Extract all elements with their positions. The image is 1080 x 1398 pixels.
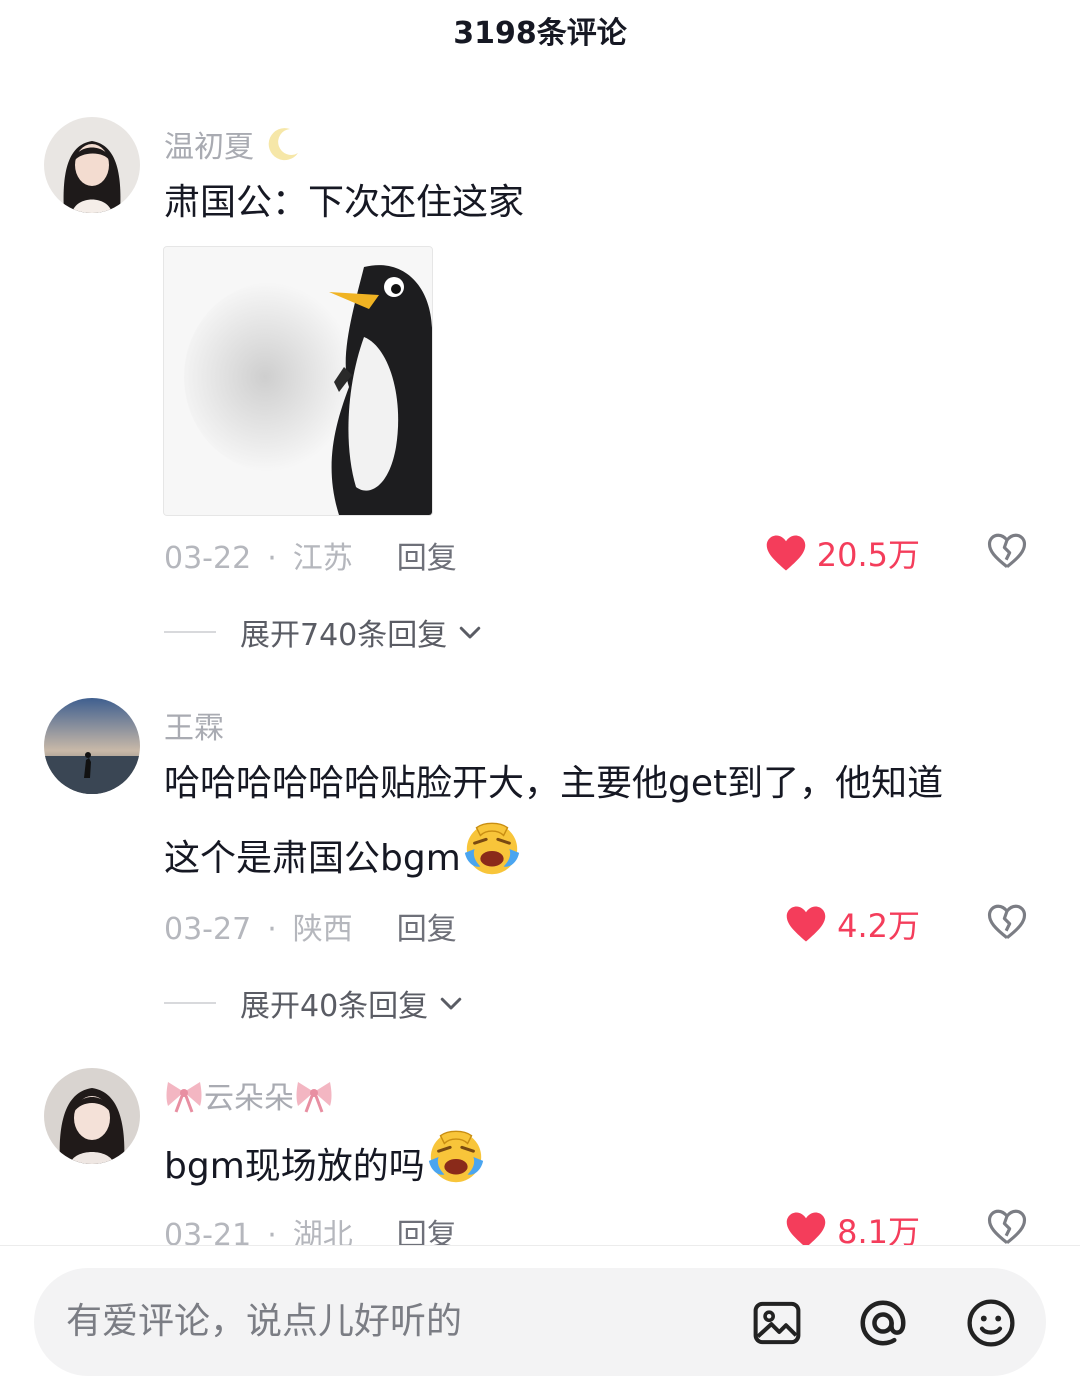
comment-date: 03-27 — [164, 912, 252, 947]
bow-icon — [166, 1082, 202, 1113]
laughing-crying-emoji-icon — [464, 822, 519, 875]
penguin-sticker-image[interactable] — [163, 246, 433, 516]
reply-button[interactable]: 回复 — [397, 912, 457, 947]
expand-replies-button[interactable]: 展开40条回复 — [164, 981, 466, 1025]
broken-heart-icon — [987, 1209, 1027, 1244]
expand-replies-button[interactable]: 展开740条回复 — [164, 610, 485, 654]
emoji-button[interactable] — [964, 1296, 1018, 1354]
image-button[interactable] — [750, 1296, 804, 1354]
dislike-button[interactable] — [986, 531, 1028, 575]
reply-button[interactable]: 回复 — [397, 541, 457, 576]
comment-meta: 03-27 · 陕西 回复 — [164, 912, 457, 947]
username[interactable]: 王霖 — [164, 703, 224, 747]
image-icon — [753, 1301, 801, 1345]
username[interactable]: 云朵朵 — [164, 1073, 334, 1117]
comment-text: bgm现场放的吗 — [164, 1126, 1034, 1201]
moon-icon — [268, 128, 298, 161]
heart-icon — [766, 535, 805, 571]
comment-text: 哈哈哈哈哈哈贴脸开大，主要他get到了，他知道 这个是肃国公bgm — [164, 763, 944, 879]
comment-input-placeholder: 有爱评论，说点儿好听的 — [66, 1301, 463, 1342]
comment-meta: 03-22 · 江苏 回复 — [164, 541, 457, 576]
mention-button[interactable] — [856, 1296, 910, 1354]
at-icon — [860, 1300, 906, 1346]
like-button[interactable]: 20.5万 — [765, 530, 920, 576]
heart-icon — [786, 1212, 826, 1248]
avatar[interactable] — [44, 117, 140, 213]
dislike-button[interactable] — [986, 902, 1028, 946]
like-count: 4.2万 — [837, 907, 920, 945]
comment-text: 肃国公：下次还住这家 — [164, 182, 525, 223]
chevron-down-icon — [440, 997, 462, 1010]
comment-composer-bar: 有爱评论，说点儿好听的 — [0, 1245, 1080, 1398]
avatar[interactable] — [44, 698, 140, 794]
comment-count-title: 3198条评论 — [453, 16, 627, 51]
comments-header: 3198条评论 — [0, 0, 1080, 70]
heart-icon — [786, 906, 826, 942]
laughing-crying-emoji-icon — [428, 1130, 483, 1183]
emoji-icon — [967, 1299, 1015, 1347]
broken-heart-icon — [987, 533, 1027, 568]
broken-heart-icon — [987, 904, 1027, 939]
comment-location: 陕西 — [292, 912, 353, 947]
username[interactable]: 温初夏 — [164, 122, 304, 166]
like-button[interactable]: 4.2万 — [785, 901, 920, 947]
chevron-down-icon — [460, 626, 481, 639]
avatar[interactable] — [44, 1068, 140, 1164]
bow-icon — [296, 1082, 332, 1113]
like-count: 20.5万 — [816, 536, 920, 574]
comment-location: 江苏 — [292, 541, 353, 576]
comment-input[interactable]: 有爱评论，说点儿好听的 — [34, 1268, 1046, 1376]
comment-date: 03-22 — [164, 541, 252, 576]
